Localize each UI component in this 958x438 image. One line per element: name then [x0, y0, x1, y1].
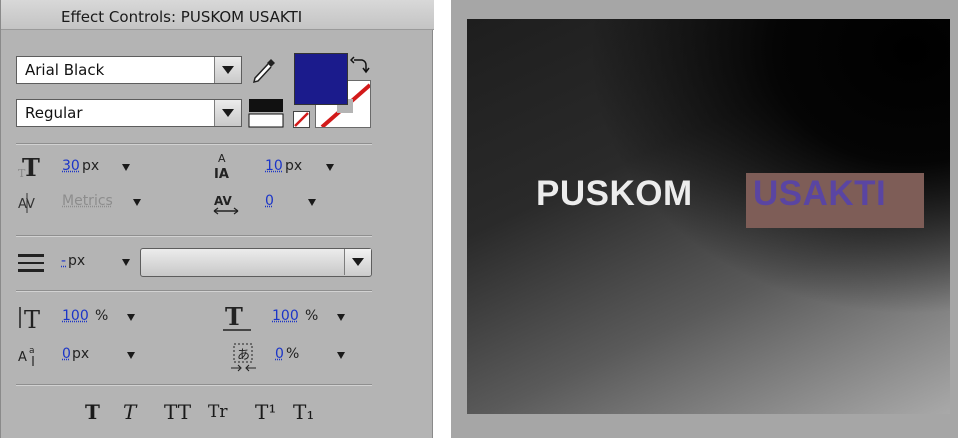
panel-tab[interactable]: Effect Controls: PUSKOM USAKTI: [1, 0, 434, 30]
font-style-value: Regular: [25, 104, 83, 122]
vertical-scale-unit: %: [95, 308, 109, 324]
divider: [16, 143, 372, 145]
stroke-style-select[interactable]: [140, 248, 372, 277]
kerning-value[interactable]: Metrics: [62, 193, 113, 209]
baseline-shift-dropdown[interactable]: [127, 352, 135, 359]
tracking-dropdown[interactable]: [308, 199, 316, 206]
chevron-down-icon[interactable]: [214, 100, 241, 126]
swap-colors-icon[interactable]: [350, 55, 370, 75]
divider: [16, 290, 372, 292]
tsume-value[interactable]: 0: [275, 346, 284, 362]
leading-icon: A IA: [214, 152, 229, 182]
leading-unit: px: [285, 158, 303, 174]
font-size-value[interactable]: 30: [62, 158, 80, 174]
tracking-icon: AV: [213, 194, 239, 215]
vertical-scale-icon: T: [19, 306, 40, 332]
svg-text:IA: IA: [214, 167, 229, 182]
preview-panel: PUSKOM USAKTI: [451, 0, 958, 438]
horizontal-scale-unit: %: [305, 308, 319, 324]
chevron-down-icon[interactable]: [344, 249, 371, 275]
divider: [16, 235, 372, 237]
baseline-shift-value[interactable]: 0: [62, 346, 71, 362]
svg-text:A: A: [218, 152, 226, 165]
font-family-select[interactable]: Arial Black: [16, 56, 242, 84]
font-family-value: Arial Black: [25, 61, 105, 79]
preview-text-puskom[interactable]: PUSKOM: [536, 174, 693, 214]
eyedropper-icon[interactable]: [251, 56, 277, 84]
svg-text:A: A: [18, 350, 27, 365]
kerning-dropdown[interactable]: [133, 199, 141, 206]
all-caps-button[interactable]: TT: [164, 400, 191, 424]
tsume-unit: %: [286, 346, 300, 362]
stroke-width-dropdown[interactable]: [122, 259, 130, 266]
tsume-dropdown[interactable]: [337, 352, 345, 359]
faux-italic-button[interactable]: T: [123, 400, 136, 424]
tsume-icon: あ: [231, 343, 256, 372]
horizontal-scale-value[interactable]: 100: [272, 308, 299, 324]
horizontal-scale-dropdown[interactable]: [337, 314, 345, 321]
leading-dropdown[interactable]: [326, 164, 334, 171]
svg-text:a: a: [29, 346, 35, 356]
svg-text:T: T: [18, 167, 26, 180]
superscript-button[interactable]: T¹: [255, 400, 276, 424]
font-size-unit: px: [82, 158, 100, 174]
font-style-select[interactable]: Regular: [16, 99, 242, 127]
small-caps-button[interactable]: Tr: [208, 402, 227, 422]
svg-text:AV: AV: [214, 194, 232, 208]
tracking-value[interactable]: 0: [265, 193, 274, 209]
divider: [16, 384, 372, 386]
preview-canvas[interactable]: PUSKOM USAKTI: [467, 19, 950, 414]
effect-controls-panel: Effect Controls: PUSKOM USAKTI Arial Bla…: [0, 0, 434, 438]
baseline-shift-unit: px: [72, 346, 90, 362]
kerning-icon: AV: [18, 193, 35, 213]
stroke-width-unit: px: [68, 253, 86, 269]
font-size-icon: T T: [18, 155, 40, 181]
none-color-icon[interactable]: [293, 111, 311, 129]
svg-text:あ: あ: [237, 348, 250, 363]
preview-text-usakti[interactable]: USAKTI: [753, 174, 886, 214]
subscript-button[interactable]: T₁: [293, 400, 314, 424]
stroke-width-icon: [18, 254, 44, 272]
black-white-swatch-icon[interactable]: [248, 98, 284, 128]
leading-value[interactable]: 10: [265, 158, 283, 174]
stroke-width-value[interactable]: -: [61, 253, 66, 269]
panel-title: Effect Controls: PUSKOM USAKTI: [61, 8, 303, 26]
font-size-dropdown[interactable]: [122, 164, 130, 171]
svg-text:T: T: [225, 303, 243, 331]
fill-color-swatch[interactable]: [294, 53, 348, 105]
chevron-down-icon[interactable]: [214, 57, 241, 83]
horizontal-scale-icon: T: [223, 303, 251, 331]
faux-bold-button[interactable]: T: [85, 400, 100, 424]
svg-text:T: T: [24, 306, 40, 332]
vertical-scale-dropdown[interactable]: [127, 314, 135, 321]
vertical-scale-value[interactable]: 100: [62, 308, 89, 324]
baseline-shift-icon: A a: [18, 346, 35, 366]
